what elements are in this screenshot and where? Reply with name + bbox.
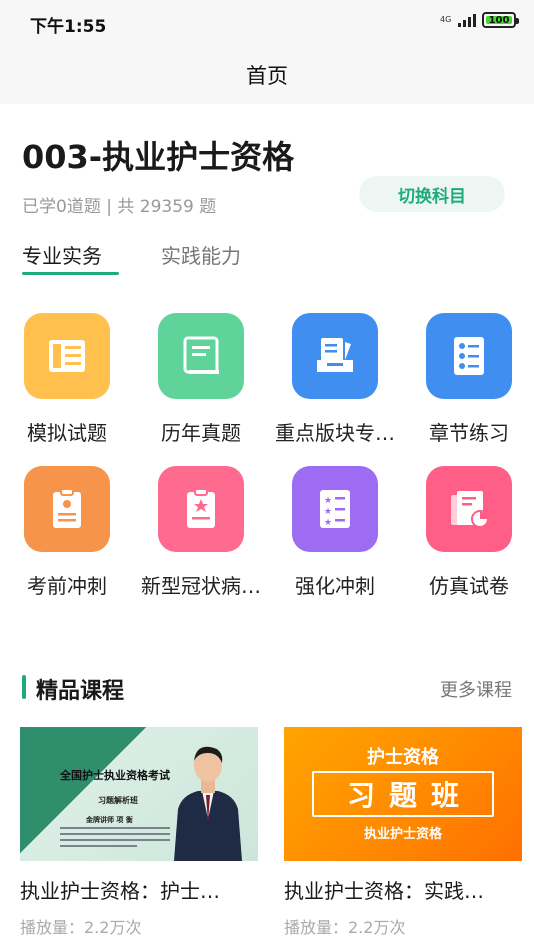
grid-item-key-topics[interactable]: 重点版块专…: [268, 313, 402, 453]
page-title: 首页: [246, 64, 288, 88]
battery-icon: 100: [482, 12, 519, 28]
grid-label: 模拟试题: [27, 421, 107, 445]
grid-label: 仿真试卷: [429, 574, 509, 598]
section-accent-bar: [22, 675, 26, 699]
grid-label: 新型冠状病…: [141, 574, 261, 598]
course-card[interactable]: 全国护士执业资格考试 习题解析班 金牌讲师 项 衡 执业护士资格：护士… 播放量…: [20, 727, 258, 938]
thumbnail-heading: 护士资格: [367, 747, 439, 768]
subject-title: 003-执业护士资格: [22, 138, 295, 176]
grid-item-pre-exam-sprint[interactable]: 考前冲刺: [0, 466, 134, 606]
svg-text:★: ★: [324, 518, 332, 528]
grid-label: 考前冲刺: [27, 574, 107, 598]
course-card[interactable]: 护士资格 习题班 执业护士资格 执业护士资格：实践… 播放量：2.2万次: [284, 727, 522, 938]
grid-item-mock-exam[interactable]: 模拟试题: [0, 313, 134, 453]
course-title: 执业护士资格：护士…: [20, 879, 220, 903]
grid-label: 历年真题: [161, 421, 241, 445]
intensive-sprint-icon: ★ ★ ★: [292, 466, 378, 552]
signal-icon: [458, 13, 476, 27]
more-courses-link[interactable]: 更多课程: [440, 676, 512, 702]
switch-subject-button[interactable]: 切换科目: [359, 176, 505, 212]
course-thumbnail[interactable]: 全国护士执业资格考试 习题解析班 金牌讲师 项 衡: [20, 727, 258, 861]
grid-label: 重点版块专…: [275, 421, 395, 445]
grid-item-chapter-practice[interactable]: 章节练习: [402, 313, 534, 453]
status-indicators: 4G 100: [440, 12, 519, 28]
grid-item-intensive-sprint[interactable]: ★ ★ ★ 强化冲刺: [268, 466, 402, 606]
key-topics-icon: [292, 313, 378, 399]
thumbnail-teacher: 金牌讲师 项 衡: [86, 816, 133, 824]
past-papers-icon: [158, 313, 244, 399]
thumbnail-heading: 全国护士执业资格考试: [60, 769, 170, 782]
thumbnail-title-box: 习题班: [312, 771, 494, 817]
status-time: 下午1:55: [30, 17, 107, 37]
grid-item-simulation-paper[interactable]: 仿真试卷: [402, 466, 534, 606]
course-thumbnail[interactable]: 护士资格 习题班 执业护士资格: [284, 727, 522, 861]
top-bar: 下午1:55 4G 100 首页: [0, 0, 534, 104]
subject-stats: 已学0道题 | 共 29359 题: [22, 197, 217, 217]
network-type: 4G: [440, 15, 452, 24]
thumbnail-text-lines: [60, 827, 170, 851]
active-tab-indicator: [22, 272, 119, 275]
svg-text:★: ★: [324, 507, 332, 517]
course-title: 执业护士资格：实践…: [284, 879, 484, 903]
thumbnail-subheading: 执业护士资格: [363, 827, 442, 842]
tab-professional-practice[interactable]: 专业实务: [22, 240, 102, 269]
battery-level: 100: [488, 14, 510, 26]
grid-item-covid[interactable]: 新型冠状病…: [134, 466, 268, 606]
grid-item-past-papers[interactable]: 历年真题: [134, 313, 268, 453]
svg-text:★: ★: [324, 496, 332, 506]
covid-icon: [158, 466, 244, 552]
chapter-practice-icon: [426, 313, 512, 399]
pre-exam-sprint-icon: [24, 466, 110, 552]
simulation-paper-icon: [426, 466, 512, 552]
tab-practical-ability[interactable]: 实践能力: [161, 240, 241, 269]
thumbnail-subheading: 习题解析班: [98, 796, 138, 805]
teacher-portrait: [174, 746, 242, 861]
section-title: 精品课程: [36, 679, 125, 704]
grid-label: 强化冲刺: [295, 574, 375, 598]
course-plays: 播放量：2.2万次: [284, 918, 406, 937]
course-plays: 播放量：2.2万次: [20, 918, 142, 937]
mock-exam-icon: [24, 313, 110, 399]
grid-label: 章节练习: [429, 421, 509, 445]
